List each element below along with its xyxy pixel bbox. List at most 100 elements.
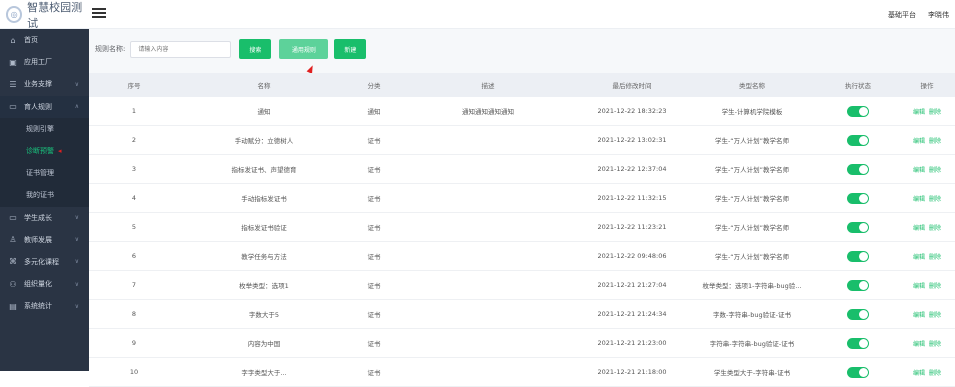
sidebar-item-my-certificates[interactable]: 我的证书 [0, 184, 89, 206]
delete-link[interactable]: 删除 [929, 225, 941, 232]
status-toggle[interactable] [847, 250, 869, 262]
cell-status [817, 279, 899, 291]
header-name: 名称 [257, 82, 271, 90]
top-bar: ◎ 智慧校园测试 基础平台 李晓伟 [0, 0, 955, 30]
cell-no: 4 [131, 194, 137, 202]
cell-actions: 编辑 删除 [899, 107, 955, 116]
edit-link[interactable]: 编辑 [913, 109, 925, 116]
status-toggle[interactable] [847, 366, 869, 378]
cell-type: 学生-“万人计划”教学名师 [714, 137, 790, 145]
general-rules-button[interactable]: 通用规则 [279, 39, 329, 59]
sidebar-item-teacher[interactable]: ♙ 教师发展 ∨ [0, 229, 89, 251]
edit-link[interactable]: 编辑 [913, 341, 925, 348]
sidebar-item-stats[interactable]: ▤ 系统统计 ∨ [0, 295, 89, 317]
edit-link[interactable]: 编辑 [913, 196, 925, 203]
cell-no: 7 [131, 281, 137, 289]
chevron-down-icon: ∨ [74, 302, 79, 310]
header-status: 执行状态 [845, 82, 871, 90]
cell-name: 字数大于5 [248, 311, 280, 319]
status-toggle[interactable] [847, 192, 869, 204]
sidebar-item-rules[interactable]: ▭ 育人规则 ∧ [0, 95, 89, 118]
cell-name: 枚举类型：选项1 [239, 282, 289, 290]
rule-name-input[interactable] [130, 40, 232, 58]
search-button[interactable]: 搜索 [239, 39, 272, 59]
home-icon: ⌂ [10, 35, 16, 45]
edit-link[interactable]: 编辑 [913, 283, 925, 290]
cell-name: 手动赋分：立德树人 [234, 137, 294, 145]
cell-no: 10 [129, 368, 139, 376]
delete-link[interactable]: 删除 [929, 109, 941, 116]
status-toggle[interactable] [847, 337, 869, 349]
chevron-down-icon: ∨ [74, 280, 79, 288]
status-toggle[interactable] [847, 163, 869, 175]
status-toggle[interactable] [847, 221, 869, 233]
cell-time: 2021-12-22 18:32:23 [597, 107, 667, 115]
cell-category: 证书 [367, 311, 381, 319]
sidebar-item-diagnosis[interactable]: 诊断预警 ◂ [0, 140, 89, 162]
cell-type: 学生-计算机学院模板 [721, 108, 783, 116]
sidebar-item-home[interactable]: ⌂ 首页 [0, 29, 89, 51]
edit-link[interactable]: 编辑 [913, 225, 925, 232]
sidebar-item-org[interactable]: ⚇ 组织量化 ∨ [0, 273, 89, 295]
cursor-arrow-icon: ◂ [58, 147, 62, 156]
cell-actions: 编辑 删除 [899, 252, 955, 261]
teacher-icon: ♙ [9, 235, 17, 245]
cell-name: 内容为中国 [247, 340, 281, 348]
school-logo: ◎ [6, 6, 23, 23]
delete-link[interactable]: 删除 [929, 167, 941, 174]
table-row: 5 指标发证书验证 证书 2021-12-22 11:23:21 学生-“万人计划”教学… [89, 213, 955, 242]
cell-type: 字符串-字符串-bug验证-证书 [709, 340, 795, 348]
sidebar-item-student[interactable]: ▭ 学生成长 ∨ [0, 207, 89, 229]
edit-link[interactable]: 编辑 [913, 312, 925, 319]
sidebar-item-app-factory[interactable]: ▣ 应用工厂 [0, 51, 89, 73]
delete-link[interactable]: 删除 [929, 138, 941, 145]
filter-bar: 规则名称: 搜索 通用规则 新建 [95, 37, 367, 61]
edit-link[interactable]: 编辑 [913, 254, 925, 261]
delete-link[interactable]: 删除 [929, 196, 941, 203]
delete-link[interactable]: 删除 [929, 254, 941, 261]
status-toggle[interactable] [847, 134, 869, 146]
menu-toggle-icon[interactable] [92, 6, 106, 20]
cell-status [817, 337, 899, 349]
cell-name: 指标发证书、声望德育 [231, 166, 297, 174]
rules-icon: ▭ [9, 102, 17, 112]
table-row: 7 枚举类型：选项1 证书 2021-12-21 21:27:04 枚举类型：选项1-字… [89, 271, 955, 300]
sidebar-item-certificates[interactable]: 证书管理 [0, 162, 89, 184]
app-factory-icon: ▣ [9, 57, 17, 67]
cell-type: 字数-字符串-bug验证-证书 [713, 311, 791, 319]
sidebar-item-business[interactable]: ☰ 业务支撑 ∨ [0, 73, 89, 95]
chevron-down-icon: ∨ [74, 80, 79, 88]
cell-type: 学生-“万人计划”教学名师 [714, 224, 790, 232]
rules-submenu: 规则引擎 诊断预警 ◂ 证书管理 我的证书 [0, 117, 89, 207]
table-row: 10 字字类型大于... 证书 2021-12-21 21:18:00 学生类型大于-字… [89, 358, 955, 387]
cell-no: 1 [131, 107, 137, 115]
table-row: 9 内容为中国 证书 2021-12-21 21:23:00 字符串-字符串-bug验证… [89, 329, 955, 358]
delete-link[interactable]: 删除 [929, 312, 941, 319]
new-button[interactable]: 新建 [334, 39, 367, 59]
cell-category: 证书 [367, 224, 381, 232]
cell-actions: 编辑 删除 [899, 194, 955, 203]
cell-status [817, 192, 899, 204]
user-name[interactable]: 李晓伟 [928, 10, 949, 20]
cell-no: 5 [131, 223, 137, 231]
sidebar-item-course[interactable]: ⌘ 多元化课程 ∨ [0, 251, 89, 273]
sidebar-item-rule-engine[interactable]: 规则引擎 [0, 118, 89, 140]
platform-link[interactable]: 基础平台 [888, 10, 916, 20]
sidebar: ⌂ 首页 ▣ 应用工厂 ☰ 业务支撑 ∨ ▭ 育人规则 ∧ 规则引擎 诊断预警 ◂ 证书管理 … [0, 29, 89, 371]
edit-link[interactable]: 编辑 [913, 138, 925, 145]
org-icon: ⚇ [9, 279, 17, 289]
cell-status [817, 105, 899, 117]
top-right: 基础平台 李晓伟 [888, 0, 955, 29]
cell-type: 学生-“万人计划”教学名师 [714, 166, 790, 174]
table-body: 1 通知 通知 通知通知通知通知 2021-12-22 18:32:23 学生-计算机学院… [89, 97, 955, 387]
status-toggle[interactable] [847, 105, 869, 117]
status-toggle[interactable] [847, 279, 869, 291]
rules-table: 序号 名称 分类 描述 最后修改时间 类型名称 执行状态 操作 1 通知 通知 通知通… [89, 73, 955, 387]
delete-link[interactable]: 删除 [929, 283, 941, 290]
status-toggle[interactable] [847, 308, 869, 320]
cell-category: 证书 [367, 340, 381, 348]
edit-link[interactable]: 编辑 [913, 167, 925, 174]
delete-link[interactable]: 删除 [929, 341, 941, 348]
cell-name: 字字类型大于... [241, 369, 287, 377]
cell-category: 证书 [367, 282, 381, 290]
